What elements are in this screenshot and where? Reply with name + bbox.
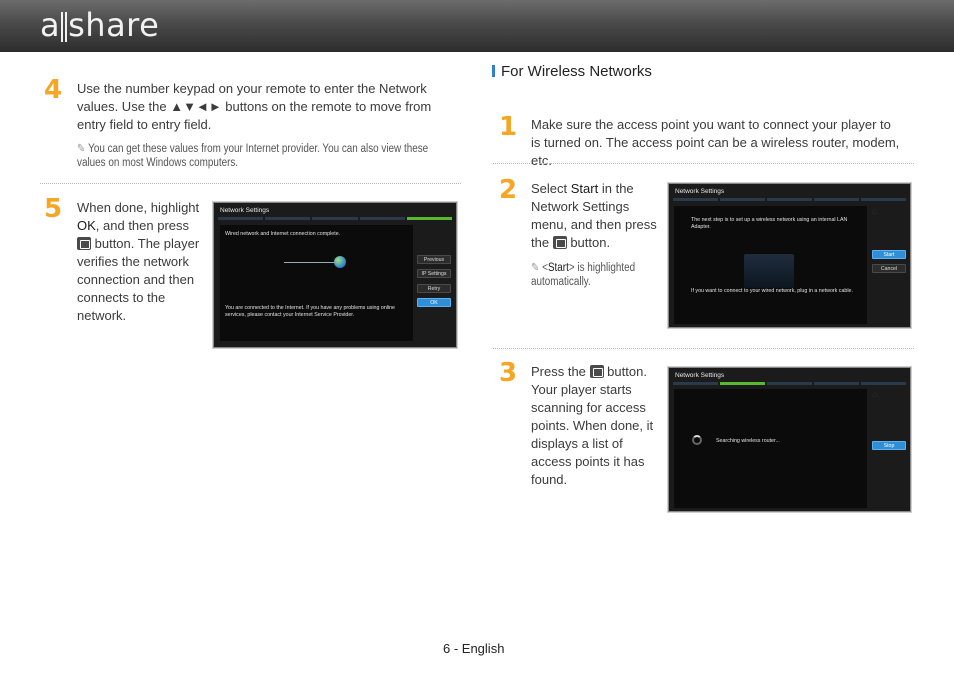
home-icon: ⌂ (872, 389, 879, 400)
screen-stop-button[interactable]: Stop (872, 441, 906, 450)
screen-start-button[interactable]: Start (872, 250, 906, 259)
screen-panel: Wired network and Internet connection co… (220, 225, 413, 341)
divider (493, 163, 914, 164)
screenshot-searching: Network Settings Searching wireless rout… (667, 366, 912, 513)
connection-line (284, 262, 336, 263)
loading-spinner-icon (692, 435, 702, 445)
step-number-5: 5 (44, 194, 63, 224)
screen-title: Network Settings (675, 188, 725, 195)
screen-line-2: If you want to connect to your wired net… (691, 288, 853, 294)
step-number-4: 4 (44, 75, 63, 105)
divider (40, 183, 461, 184)
home-icon: ⌂ (872, 206, 879, 217)
step-3-text: Press the button. Your player starts sca… (531, 364, 654, 487)
section-marker (492, 65, 495, 77)
screen-title: Network Settings (675, 372, 725, 379)
screen-progress-tabs (218, 217, 453, 220)
step-number-3: 3 (499, 358, 518, 388)
section-title: For Wireless Networks (492, 63, 652, 80)
step-4-text: Use the number keypad on your remote to … (77, 81, 432, 132)
allshare-logo: a share (40, 6, 160, 44)
step-4-note: ✎ You can get these values from your Inte… (77, 143, 429, 169)
router-illustration (744, 254, 794, 288)
enter-button-icon (589, 365, 604, 378)
enter-button-icon (552, 236, 567, 249)
screen-cancel-button[interactable]: Cancel (872, 264, 906, 273)
screen-previous-button[interactable]: Previous (417, 255, 451, 264)
screen-ok-button[interactable]: OK (417, 298, 451, 307)
step-2-text: Select Start in the Network Settings men… (531, 181, 657, 250)
screen-panel: Searching wireless router... (674, 389, 867, 508)
screen-line-1: Wired network and Internet connection co… (225, 231, 341, 237)
screen-progress-tabs (673, 382, 906, 385)
screen-ip-settings-button[interactable]: IP Settings (417, 269, 451, 278)
page-number: 6 - English (443, 641, 505, 656)
step-number-2: 2 (499, 175, 518, 205)
screen-line-1: The next step is to set up a wireless ne… (691, 217, 848, 230)
step-1-text: Make sure the access point you want to c… (531, 117, 900, 168)
screen-line-1: Searching wireless router... (716, 438, 780, 444)
screen-line-2: You are connected to the Internet. If yo… (225, 305, 396, 318)
globe-icon (334, 256, 346, 268)
screen-title: Network Settings (220, 207, 270, 214)
screenshot-network-complete: Network Settings Wired network and Inter… (212, 201, 458, 349)
screen-retry-button[interactable]: Retry (417, 284, 451, 293)
screen-panel: The next step is to set up a wireless ne… (674, 206, 867, 324)
enter-button-icon (77, 237, 91, 250)
screen-progress-tabs (673, 198, 906, 201)
pencil-note-icon: ✎ (531, 262, 540, 274)
step-number-1: 1 (499, 112, 518, 142)
step-5-text: When done, highlight OK, and then press … (77, 200, 200, 323)
screenshot-wireless-setup: Network Settings The next step is to set… (667, 182, 912, 329)
divider (493, 348, 914, 349)
pencil-note-icon: ✎ (77, 143, 86, 155)
step-2-note: ✎ <Start> is highlighted automatically. (531, 262, 636, 288)
header-bar: a share (0, 0, 954, 52)
